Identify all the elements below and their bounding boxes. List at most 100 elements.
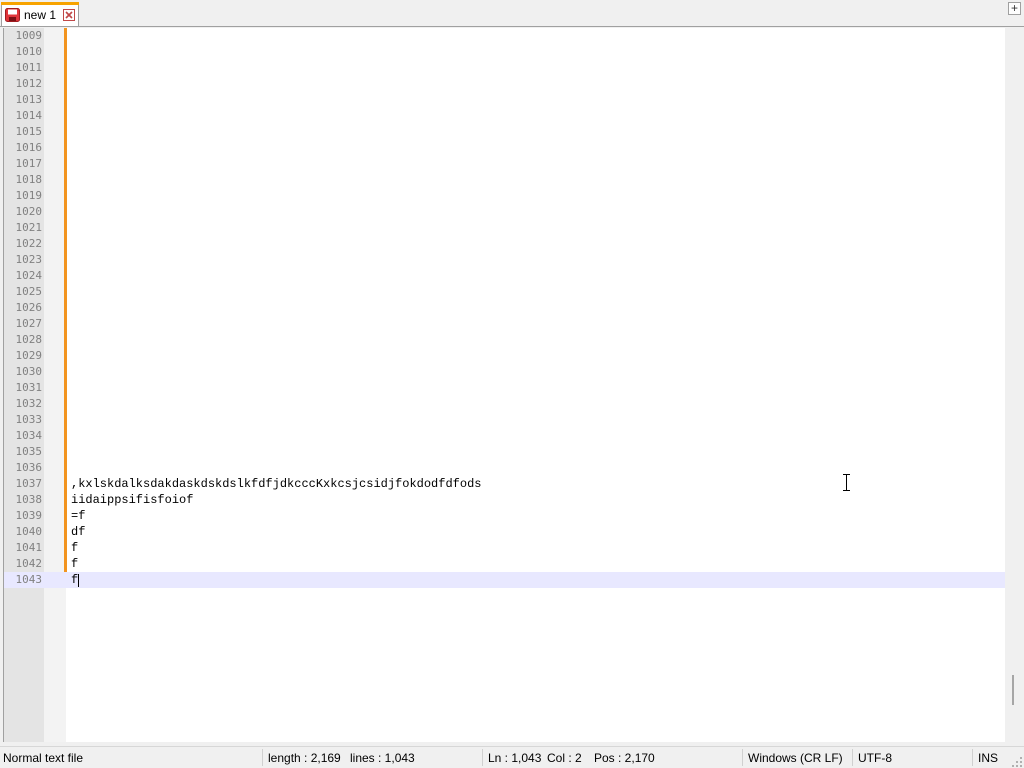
line-number: 1031 (15, 381, 43, 394)
editor-line[interactable]: 1034 (4, 428, 1006, 444)
status-divider (852, 749, 853, 766)
line-number: 1020 (15, 205, 43, 218)
editor-line[interactable]: 1040 df (4, 524, 1006, 540)
line-number: 1038 (15, 493, 43, 506)
status-lines: lines : 1,043 (350, 751, 415, 765)
editor-line[interactable]: 1022 (4, 236, 1006, 252)
editor-line[interactable]: 1027 (4, 316, 1006, 332)
tab-bar: new 1 + (0, 0, 1024, 27)
editor-line[interactable]: 1015 (4, 124, 1006, 140)
editor-line[interactable]: 1020 (4, 204, 1006, 220)
line-number: 1024 (15, 269, 43, 282)
editor-line[interactable]: 1024 (4, 268, 1006, 284)
line-number: 1012 (15, 77, 43, 90)
editor-line[interactable]: 1029 (4, 348, 1006, 364)
line-number: 1033 (15, 413, 43, 426)
editor-line[interactable]: 1021 (4, 220, 1006, 236)
line-number: 1015 (15, 125, 43, 138)
status-bar: Normal text file length : 2,169 lines : … (0, 746, 1024, 768)
line-number: 1042 (15, 557, 43, 570)
editor-line[interactable]: 1035 (4, 444, 1006, 460)
editor-line[interactable]: 1037 ,kxlskdalksdakdaskdskdslkfdfjdkcccKx… (4, 476, 1006, 492)
scrollbar-thumb[interactable] (1012, 675, 1014, 705)
tab-new-1[interactable]: new 1 (1, 2, 79, 27)
line-number: 1043 (15, 573, 43, 586)
current-line[interactable]: 1043 f (4, 572, 1006, 588)
editor-line[interactable]: 1030 (4, 364, 1006, 380)
editor-line[interactable]: 1036 (4, 460, 1006, 476)
status-divider (262, 749, 263, 766)
editor-line[interactable]: 1026 (4, 300, 1006, 316)
line-text: f (71, 557, 79, 571)
line-number: 1035 (15, 445, 43, 458)
line-number: 1037 (15, 477, 43, 490)
editor-line[interactable]: 1017 (4, 156, 1006, 172)
status-divider (482, 749, 483, 766)
line-number: 1013 (15, 93, 43, 106)
status-file-type: Normal text file (3, 751, 84, 765)
line-number: 1030 (15, 365, 43, 378)
editor-line[interactable]: 1025 (4, 284, 1006, 300)
line-text: f (71, 541, 79, 555)
status-position: Pos : 2,170 (594, 751, 655, 765)
resize-grip-icon[interactable] (1012, 757, 1022, 767)
line-number: 1032 (15, 397, 43, 410)
status-line: Ln : 1,043 (488, 751, 542, 765)
line-number: 1019 (15, 189, 43, 202)
editor-line[interactable]: 1016 (4, 140, 1006, 156)
line-text: ,kxlskdalksdakdaskdskdslkfdfjdkcccKxkcsj… (71, 477, 482, 491)
line-text: =f (71, 509, 86, 523)
editor-line[interactable]: 1010 (4, 44, 1006, 60)
editor-line[interactable]: 1019 (4, 188, 1006, 204)
editor-line[interactable]: 1028 (4, 332, 1006, 348)
editor-line[interactable]: 1023 (4, 252, 1006, 268)
editor-line[interactable]: 1011 (4, 60, 1006, 76)
line-number: 1011 (15, 61, 43, 74)
status-length: length : 2,169 (268, 751, 341, 765)
text-editor[interactable]: 1009 1010 1011 1012 1013 1014 1015 1016 1017 1018… (3, 28, 1006, 742)
line-number: 1010 (15, 45, 43, 58)
editor-line[interactable]: 1032 (4, 396, 1006, 412)
editor-line[interactable]: 1009 (4, 28, 1006, 44)
line-number: 1009 (15, 29, 43, 42)
editor-line[interactable]: 1042 f (4, 556, 1006, 572)
status-encoding[interactable]: UTF-8 (858, 751, 892, 765)
line-number: 1027 (15, 317, 43, 330)
editor-line[interactable]: 1039 =f (4, 508, 1006, 524)
line-number: 1041 (15, 541, 43, 554)
add-tab-button[interactable]: + (1008, 2, 1021, 15)
status-divider (742, 749, 743, 766)
editor-line[interactable]: 1018 (4, 172, 1006, 188)
editor-lines: 1009 1010 1011 1012 1013 1014 1015 1016 1017 1018… (4, 28, 1006, 588)
tab-bar-divider (0, 26, 1024, 27)
line-number: 1017 (15, 157, 43, 170)
line-number: 1021 (15, 221, 43, 234)
editor-line[interactable]: 1013 (4, 92, 1006, 108)
line-text: df (71, 525, 86, 539)
mouse-ibeam-cursor (843, 474, 850, 491)
status-divider (972, 749, 973, 766)
editor-line[interactable]: 1031 (4, 380, 1006, 396)
text-caret (78, 574, 79, 587)
editor-line[interactable]: 1038 iidaippsifisfoiof (4, 492, 1006, 508)
vertical-scrollbar[interactable] (1005, 28, 1024, 742)
editor-line[interactable]: 1041 f (4, 540, 1006, 556)
tab-label: new 1 (24, 8, 57, 22)
close-icon[interactable] (63, 9, 75, 21)
line-number: 1018 (15, 173, 43, 186)
line-number: 1023 (15, 253, 43, 266)
line-number: 1022 (15, 237, 43, 250)
line-number: 1034 (15, 429, 43, 442)
editor-line[interactable]: 1033 (4, 412, 1006, 428)
status-eol-format[interactable]: Windows (CR LF) (748, 751, 843, 765)
line-number: 1040 (15, 525, 43, 538)
active-tab-indicator (1, 2, 79, 5)
editor-line[interactable]: 1012 (4, 76, 1006, 92)
line-number: 1014 (15, 109, 43, 122)
line-number: 1039 (15, 509, 43, 522)
editor-line[interactable]: 1014 (4, 108, 1006, 124)
line-number: 1036 (15, 461, 43, 474)
status-column: Col : 2 (547, 751, 582, 765)
status-insert-mode[interactable]: INS (978, 751, 998, 765)
line-number: 1025 (15, 285, 43, 298)
